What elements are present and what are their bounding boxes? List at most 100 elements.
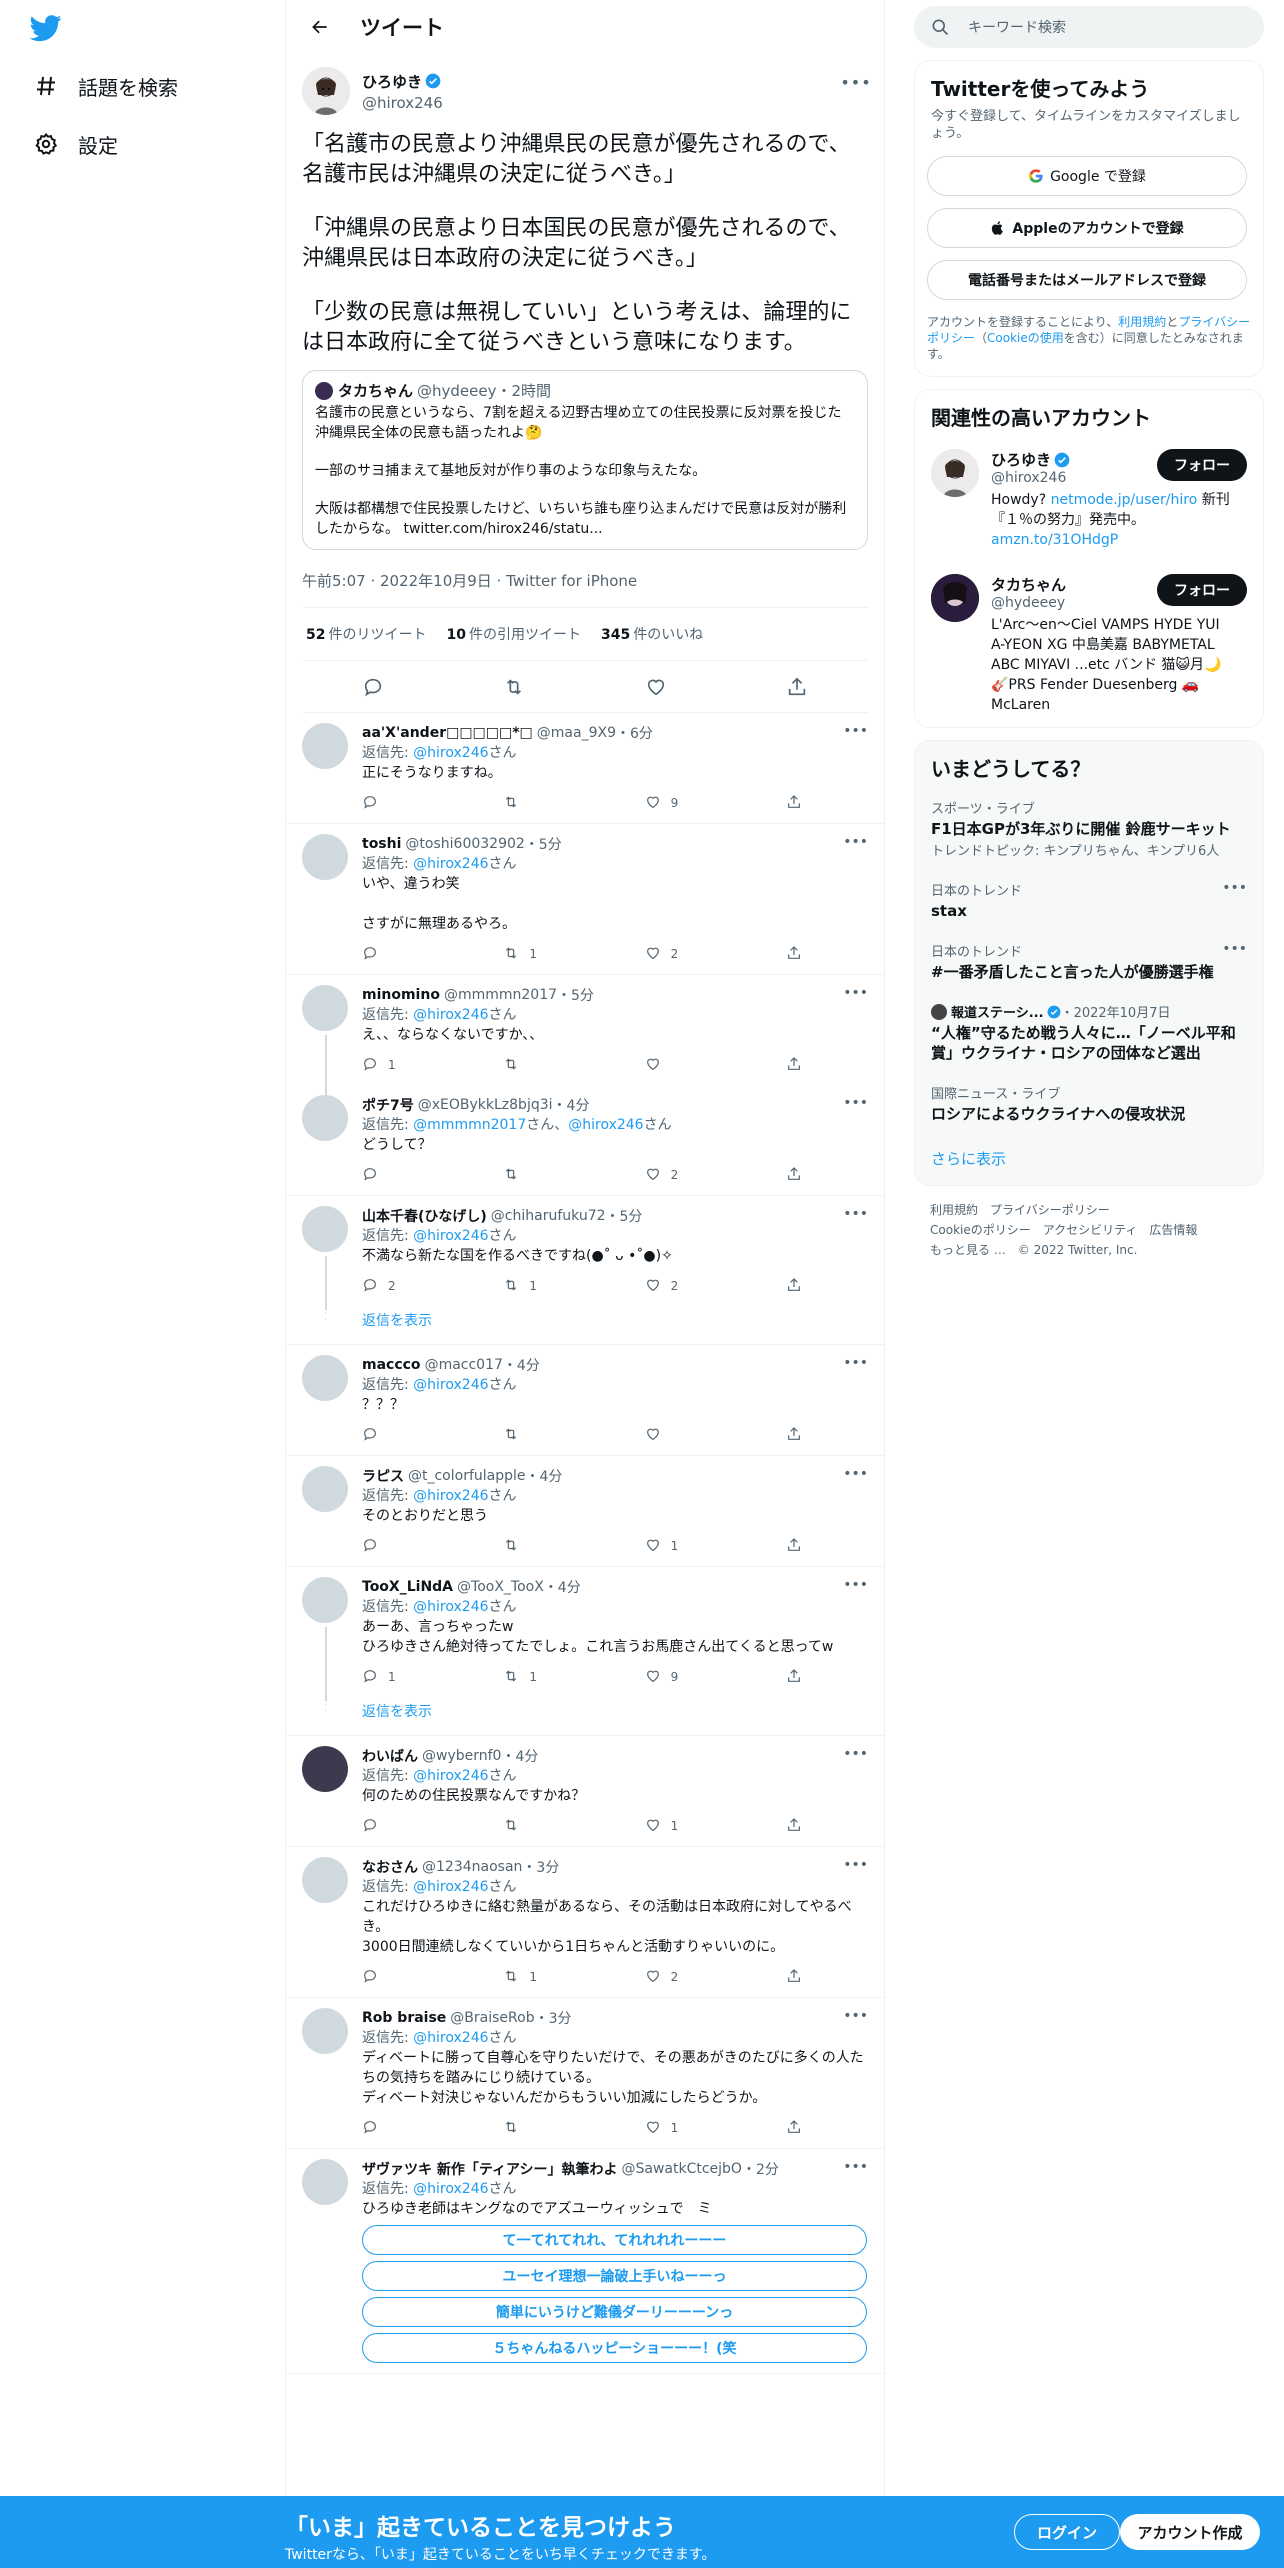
card-option-button[interactable]: て一てれてれれ、てれれれれーーー (362, 2225, 867, 2255)
reply-tweet[interactable]: Rob braise @BraiseRob ・3分 ••• 返信先: @hirox2… (286, 1998, 884, 2149)
quote-count-link[interactable]: 10 件の引用ツイート (446, 624, 580, 644)
more-options-icon[interactable]: ••• (843, 1466, 868, 1482)
reply-author-handle[interactable]: @toshi60032902 (405, 836, 524, 852)
reply-time[interactable]: ・5分 (606, 1206, 643, 1226)
reply-time[interactable]: ・2分 (742, 2159, 779, 2179)
reply-author-name[interactable]: ラピス (362, 1466, 404, 1486)
more-options-icon[interactable]: ••• (843, 1577, 868, 1593)
terms-link[interactable]: 利用規約 (1118, 315, 1166, 329)
avatar[interactable] (302, 1857, 348, 1903)
tweet-timestamp[interactable]: 午前5:07 · 2022年10月9日 · Twitter for iPhone (302, 570, 868, 608)
more-options-icon[interactable]: ••• (1222, 880, 1247, 896)
twitter-logo-icon[interactable] (29, 12, 66, 48)
reply-button[interactable] (362, 794, 452, 813)
back-arrow-icon[interactable] (302, 9, 338, 45)
footer-link[interactable]: 利用規約 (930, 1203, 978, 1217)
like-button[interactable]: 1 (645, 1817, 735, 1836)
reply-author-name[interactable]: maccco (362, 1357, 421, 1373)
more-options-icon[interactable]: ••• (843, 723, 868, 739)
reply-author-name[interactable]: TooX_LiNdA (362, 1579, 453, 1595)
show-more-link[interactable]: さらに表示 (915, 1134, 1263, 1185)
reply-author-name[interactable]: ポチ7号 (362, 1095, 414, 1115)
bio-link[interactable]: netmode.jp/user/hiro (1051, 492, 1198, 508)
more-options-icon[interactable]: ••• (843, 985, 868, 1001)
retweet-icon[interactable] (499, 672, 529, 702)
like-button[interactable]: 2 (645, 945, 735, 964)
reply-author-name[interactable]: toshi (362, 836, 401, 852)
reply-tweet[interactable]: maccco @macc017 ・4分 ••• 返信先: @hirox246さん ？… (286, 1345, 884, 1456)
share-button[interactable] (786, 1968, 802, 1987)
footer-link[interactable]: 広告情報 (1149, 1223, 1197, 1237)
reply-tweet[interactable]: ポチ7号 @xEOBykkLz8bjq3i ・4分 ••• 返信先: @mmmmn2… (286, 1085, 884, 1196)
reply-time[interactable]: ・6分 (616, 723, 653, 743)
reply-author-name[interactable]: ザヴァツキ 新作「ティアシー」執筆わよ (362, 2159, 617, 2179)
avatar[interactable] (302, 1095, 348, 1141)
avatar[interactable] (302, 723, 348, 769)
reply-author-handle[interactable]: @wybernf0 (422, 1748, 501, 1764)
bio-link[interactable]: amzn.to/31OHdgP (991, 532, 1118, 548)
reply-tweet[interactable]: TooX_LiNdA @TooX_TooX ・4分 ••• 返信先: @hirox2… (286, 1567, 884, 1701)
reply-author-name[interactable]: 山本千春(ひなげし) (362, 1206, 487, 1226)
heart-icon[interactable] (641, 672, 671, 702)
mention-link[interactable]: @mmmmn2017 (413, 1117, 526, 1133)
reply-author-name[interactable]: minomino (362, 987, 440, 1003)
like-button[interactable]: 1 (645, 2119, 735, 2138)
avatar[interactable] (302, 985, 348, 1031)
reply-author-handle[interactable]: @xEOBykkLz8bjq3i (418, 1097, 553, 1113)
more-options-icon[interactable]: ••• (843, 2159, 868, 2175)
trend-item[interactable]: 日本のトレンド stax ••• (915, 870, 1263, 931)
reply-time[interactable]: ・4分 (503, 1355, 540, 1375)
trend-item[interactable]: 国際ニュース・ライブ ロシアによるウクライナへの侵攻状況 (915, 1073, 1263, 1134)
reply-button[interactable] (362, 1426, 452, 1445)
more-options-icon[interactable]: ••• (1222, 941, 1247, 957)
reply-time[interactable]: ・4分 (501, 1746, 538, 1766)
footer-link[interactable]: Cookieのポリシー (930, 1223, 1031, 1237)
avatar[interactable] (302, 1466, 348, 1512)
reply-button[interactable] (362, 1537, 452, 1556)
reply-author-handle[interactable]: @maa_9X9 (537, 725, 616, 741)
reply-author-handle[interactable]: @mmmmn2017 (444, 987, 557, 1003)
card-option-button[interactable]: ５ちゃんねるハッピーショーーー！(笑 (362, 2333, 867, 2363)
like-button[interactable]: 2 (645, 1968, 735, 1987)
mention-link[interactable]: @hirox246 (413, 1599, 488, 1615)
account-item[interactable]: ひろゆき @hirox246 Howdy? netmode.jp/user/hi… (915, 437, 1263, 562)
more-options-icon[interactable]: ••• (843, 1746, 868, 1762)
reply-time[interactable]: ・3分 (522, 1857, 559, 1877)
avatar[interactable] (302, 834, 348, 880)
reply-tweet[interactable]: aa'X'ander□□□□□*□ @maa_9X9 ・6分 ••• 返信先: @h… (286, 713, 884, 824)
like-button[interactable] (645, 1056, 735, 1075)
retweet-button[interactable]: 1 (503, 945, 593, 964)
avatar[interactable] (302, 1577, 348, 1623)
show-replies-link[interactable]: · · · 返信を表示 (286, 1695, 884, 1736)
reply-button[interactable]: 2 (362, 1277, 452, 1296)
reply-author-handle[interactable]: @macc017 (425, 1357, 503, 1373)
trend-item[interactable]: 日本のトレンド #一番矛盾したこと言った人が優勝選手権 ••• (915, 931, 1263, 992)
avatar[interactable] (302, 1355, 348, 1401)
reply-time[interactable]: ・5分 (557, 985, 594, 1005)
show-replies-link[interactable]: · · · 返信を表示 (286, 1304, 884, 1345)
reply-tweet[interactable]: 山本千春(ひなげし) @chiharufuku72 ・5分 ••• 返信先: @hi… (286, 1196, 884, 1310)
reply-author-name[interactable]: aa'X'ander□□□□□*□ (362, 725, 533, 741)
like-button[interactable]: 2 (645, 1166, 735, 1185)
more-options-icon[interactable]: ••• (843, 2008, 868, 2024)
retweet-button[interactable] (503, 794, 593, 813)
reply-button[interactable]: 1 (362, 1668, 452, 1687)
reply-tweet[interactable]: わいばん @wybernf0 ・4分 ••• 返信先: @hirox246さん 何の… (286, 1736, 884, 1847)
mention-link[interactable]: @hirox246 (413, 2030, 488, 2046)
quoted-tweet[interactable]: タカちゃん @hydeeey ・2時間 名護市の民意というなら、7割を超える辺野… (302, 370, 868, 550)
more-options-icon[interactable]: ••• (843, 1095, 868, 1111)
avatar[interactable] (931, 574, 979, 622)
search-bar[interactable]: キーワード検索 (914, 6, 1264, 48)
reply-tweet[interactable]: ラピス @t_colorfulapple ・4分 ••• 返信先: @hirox24… (286, 1456, 884, 1567)
mention-link[interactable]: @hirox246 (413, 1879, 488, 1895)
reply-author-handle[interactable]: @1234naosan (422, 1859, 522, 1875)
share-button[interactable] (786, 1056, 802, 1075)
reply-author-name[interactable]: Rob braise (362, 2010, 446, 2026)
like-button[interactable]: 2 (645, 1277, 735, 1296)
reply-button[interactable] (362, 2119, 452, 2138)
share-button[interactable] (786, 1166, 802, 1185)
reply-time[interactable]: ・4分 (544, 1577, 581, 1597)
reply-author-handle[interactable]: @BraiseRob (450, 2010, 534, 2026)
mention-link[interactable]: @hirox246 (413, 1007, 488, 1023)
follow-button[interactable]: フォロー (1157, 574, 1247, 606)
